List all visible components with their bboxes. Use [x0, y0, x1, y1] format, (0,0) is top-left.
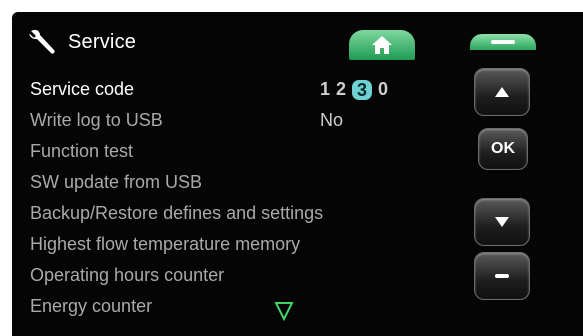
service-code-digit-active[interactable]: 3: [352, 79, 373, 100]
menu-item-label: Energy counter: [30, 296, 153, 316]
display-screen: Service Service code 1 2 3 0 Write log t…: [12, 12, 583, 336]
back-icon: [491, 40, 515, 44]
back-button[interactable]: [470, 34, 536, 50]
menu-item-operating-hours[interactable]: Operating hours counter: [30, 260, 450, 291]
menu-item-service-code[interactable]: Service code 1 2 3 0: [30, 74, 450, 105]
scroll-up-button[interactable]: [474, 68, 530, 116]
menu-item-label: Function test: [30, 141, 134, 161]
ok-button[interactable]: OK: [478, 128, 528, 170]
home-button[interactable]: [349, 30, 415, 60]
service-menu: Service code 1 2 3 0 Write log to USB No…: [30, 74, 450, 322]
menu-item-function-test[interactable]: Function test: [30, 136, 450, 167]
service-code-digit[interactable]: 0: [378, 74, 388, 105]
page-title: Service: [68, 30, 137, 53]
menu-item-write-log[interactable]: Write log to USB No: [30, 105, 450, 136]
menu-item-label: Write log to USB: [30, 110, 163, 130]
menu-item-label: Highest flow temperature memory: [30, 234, 301, 254]
menu-item-sw-update[interactable]: SW update from USB: [30, 167, 450, 198]
menu-item-highest-flow-temp[interactable]: Highest flow temperature memory: [30, 229, 450, 260]
header: Service: [24, 26, 136, 58]
up-arrow-icon: [495, 87, 509, 97]
menu-item-label: SW update from USB: [30, 172, 203, 192]
write-log-value: No: [320, 110, 344, 130]
home-icon: [372, 36, 392, 54]
down-arrow-icon: [495, 217, 509, 227]
minus-button[interactable]: [474, 252, 530, 300]
menu-item-label: Backup/Restore defines and settings: [30, 203, 324, 223]
menu-item-label: Service code: [30, 79, 135, 99]
service-code-digit[interactable]: 1: [320, 74, 330, 105]
service-code-digit[interactable]: 2: [336, 74, 346, 105]
menu-item-backup-restore[interactable]: Backup/Restore defines and settings: [30, 198, 450, 229]
service-code-value[interactable]: 1 2 3 0: [320, 74, 388, 105]
scroll-down-button[interactable]: [474, 198, 530, 246]
menu-item-energy-counter[interactable]: Energy counter: [30, 291, 450, 322]
menu-item-label: Operating hours counter: [30, 265, 225, 285]
minus-icon: [495, 274, 509, 278]
scroll-down-triangle-icon: [274, 302, 294, 322]
wrench-icon: [28, 29, 55, 54]
